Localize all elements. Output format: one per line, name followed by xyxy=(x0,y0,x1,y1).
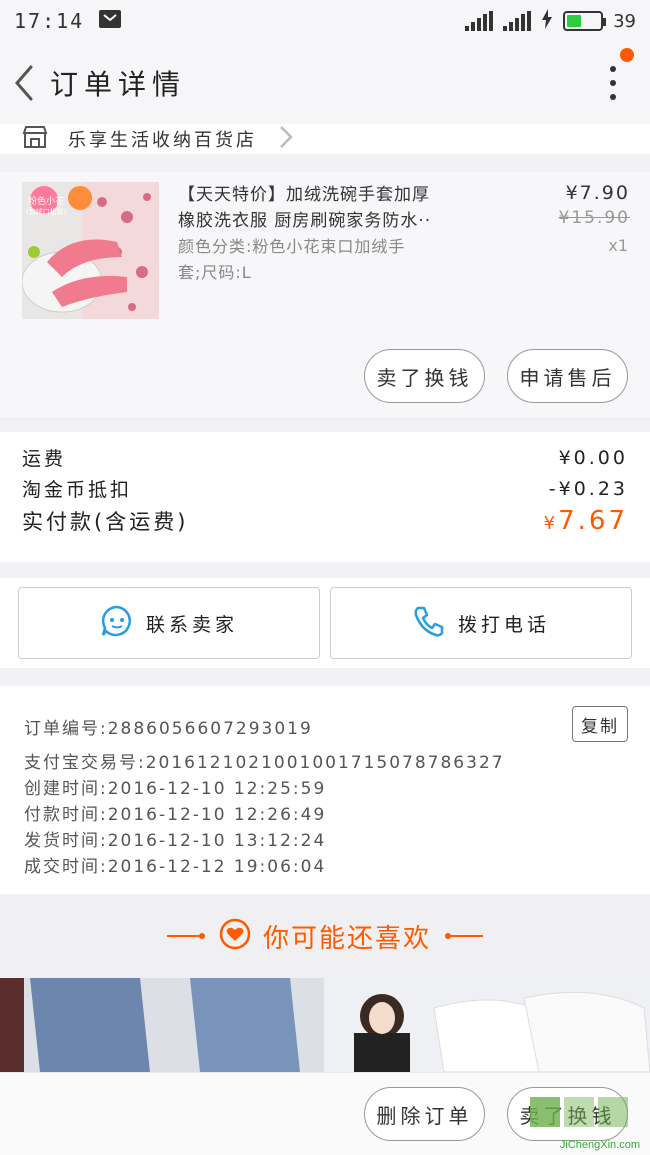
contact-seller-button[interactable]: 联系卖家 xyxy=(18,587,320,659)
battery-icon xyxy=(563,11,607,31)
contact-section: 联系卖家 拨打电话 xyxy=(0,578,650,668)
notification-icon xyxy=(98,9,122,34)
product-sku: 颜色分类:粉色小花束口加绒手 套;尺码:L xyxy=(178,237,406,282)
recommend-item-shoes[interactable] xyxy=(324,978,650,1072)
divider-left xyxy=(166,931,207,941)
copy-button[interactable]: 复制 xyxy=(572,706,628,742)
signal-icon xyxy=(465,11,494,31)
shipping-row: 运费 ¥0.00 xyxy=(22,446,628,471)
status-time: 17:14 xyxy=(14,9,85,33)
completed-time: 成交时间:2016-12-12 19:06:04 xyxy=(24,857,327,877)
status-bar: 17:14 39 xyxy=(0,0,650,42)
alipay-number: 支付宝交易号:2016121021001001715078786327 xyxy=(24,753,505,773)
battery-level: 39 xyxy=(613,10,636,32)
product-price: ¥7.90 xyxy=(565,182,630,204)
call-button[interactable]: 拨打电话 xyxy=(330,587,632,659)
product-card[interactable]: 粉色小花 (加绒口松紧) 【天天特价】加绒洗碗手套加厚 橡胶洗衣服 厨房刷碗家务… xyxy=(0,172,650,417)
more-menu-button[interactable] xyxy=(606,66,620,100)
page-title: 订单详情 xyxy=(50,68,187,101)
total-amount: ¥7.67 xyxy=(543,506,628,536)
product-image[interactable]: 粉色小花 (加绒口松紧) xyxy=(22,182,159,319)
store-name: 乐享生活收纳百货店 xyxy=(68,130,257,151)
product-image-badge: 粉色小花 xyxy=(28,197,65,207)
charging-icon xyxy=(541,8,553,34)
delete-order-button[interactable]: 删除订单 xyxy=(364,1087,485,1141)
store-icon xyxy=(22,125,48,153)
order-info: 订单编号:2886056607293019 复制 支付宝交易号:20161210… xyxy=(0,686,650,894)
watermark-text: JiChengXin.com xyxy=(559,1139,640,1151)
notification-dot xyxy=(620,48,634,62)
product-title: 【天天特价】加绒洗碗手套加厚 橡胶洗衣服 厨房刷碗家务防水·· xyxy=(178,185,432,231)
recommend-grid xyxy=(0,978,650,1072)
after-sale-button[interactable]: 申请售后 xyxy=(507,349,628,403)
mobile-data-icon xyxy=(503,11,532,31)
divider-right xyxy=(443,931,483,941)
phone-icon xyxy=(412,604,446,643)
product-quantity: x1 xyxy=(608,236,628,255)
chevron-right-icon xyxy=(279,125,293,153)
created-time: 创建时间:2016-12-10 12:25:59 xyxy=(24,779,327,799)
sell-again-button[interactable]: 卖了换钱 xyxy=(364,349,485,403)
nav-header: 订单详情 xyxy=(0,42,650,124)
chevron-left-icon xyxy=(15,65,33,101)
heart-icon xyxy=(219,918,251,954)
order-number: 订单编号:2886056607293019 xyxy=(24,719,313,739)
store-row[interactable]: 乐享生活收纳百货店 xyxy=(0,124,650,154)
coin-deduction-row: 淘金币抵扣 -¥0.23 xyxy=(22,477,628,502)
product-original-price: ¥15.90 xyxy=(558,208,630,228)
total-row: 实付款(含运费) ¥7.67 xyxy=(22,506,628,536)
recommend-title: 你可能还喜欢 xyxy=(262,923,431,954)
chat-icon xyxy=(100,604,134,643)
recommend-header: 你可能还喜欢 xyxy=(0,894,650,978)
cost-summary: 运费 ¥0.00 淘金币抵扣 -¥0.23 实付款(含运费) ¥7.67 xyxy=(0,432,650,562)
back-button[interactable] xyxy=(4,58,44,108)
product-image-badge-sub: (加绒口松紧) xyxy=(26,208,67,216)
recommend-item-jeans[interactable] xyxy=(0,978,324,1072)
shipped-time: 发货时间:2016-12-10 13:12:24 xyxy=(24,831,327,851)
bottom-action-bar: 删除订单 卖了换钱 JiChengXin.com xyxy=(0,1072,650,1155)
paid-time: 付款时间:2016-12-10 12:26:49 xyxy=(24,805,327,825)
